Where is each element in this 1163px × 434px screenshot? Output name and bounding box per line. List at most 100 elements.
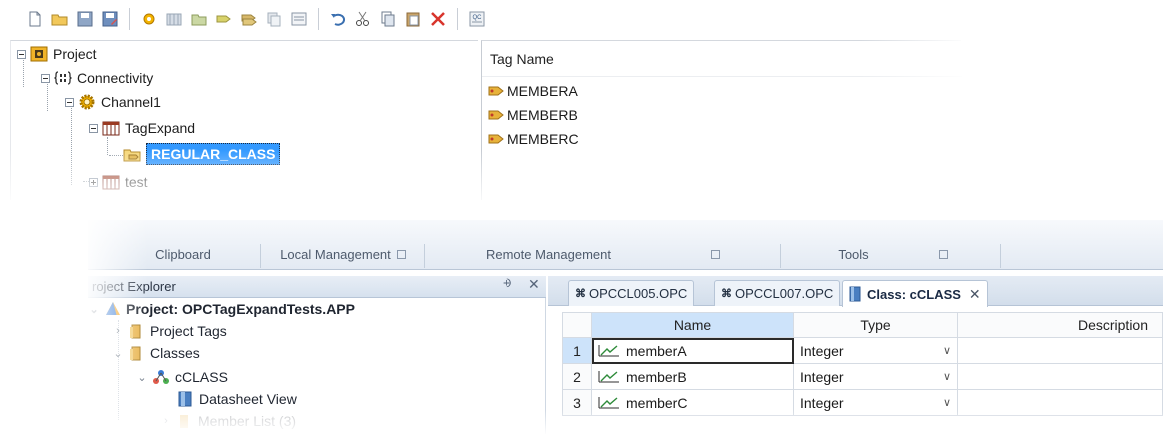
tree-item-project[interactable]: ⌄ Project: OPCTagExpandTests.APP [88,298,355,320]
tree-item-connectivity[interactable]: Connectivity [41,67,153,89]
tab-opccl007[interactable]: ⌘ OPCCL007.OPC [714,280,841,306]
row-number[interactable]: 2 [562,364,592,390]
paste-icon[interactable] [404,10,422,28]
close-icon[interactable]: ✕ [528,276,540,293]
tag-row[interactable]: MEMBERC [488,127,579,151]
tag-name: MEMBERC [507,131,579,147]
member-name: memberA [626,342,687,359]
properties-icon[interactable] [290,10,308,28]
pin-icon[interactable]: ⨮ [503,276,511,291]
project-icon [30,45,48,63]
column-header-type[interactable]: Type [794,312,958,338]
chevron-down-icon[interactable]: ∨ [943,344,951,357]
chevron-right-icon[interactable]: › [160,415,172,427]
tree-item-member-list[interactable]: › Member List (3) [160,410,296,432]
ribbon-group-label: Clipboard [155,247,211,262]
ribbon-group-label: Tools [838,247,869,262]
chevron-down-icon[interactable]: ⌄ [136,371,148,384]
collapse-icon[interactable] [65,97,74,107]
delete-icon[interactable] [429,10,447,28]
column-header-name[interactable]: Name [592,312,794,338]
tag-row[interactable]: MEMBERB [488,103,578,127]
tree-item-datasheet-view[interactable]: Datasheet View [178,388,297,410]
new-icon[interactable] [26,10,44,28]
device-icon [102,119,120,137]
chevron-right-icon[interactable]: › [112,325,124,337]
opc-server-configuration-window: QC Project Connectivity Channel1 TagExpa… [0,0,970,205]
dialog-launcher-icon[interactable] [938,250,948,260]
tree-label: Member List (3) [198,413,297,429]
chevron-down-icon[interactable]: ∨ [943,370,951,383]
class-members-grid: Name Type Description 1 memberA Integer ∨… [562,312,1163,434]
tree-item-device-test[interactable]: test [89,171,148,193]
new-device-icon[interactable] [165,10,183,28]
save-icon[interactable] [76,10,94,28]
document-area: ⌘ OPCCL005.OPC ⌘ OPCCL007.OPC Class: cCL… [548,276,1163,434]
name-cell[interactable]: memberA [592,338,794,364]
row-number[interactable]: 3 [562,390,592,416]
type-dropdown[interactable]: Integer ∨ [794,338,958,364]
chevron-down-icon[interactable]: ∨ [943,396,951,409]
tab-label: OPCCL005.OPC [589,286,688,301]
column-header-description[interactable]: Description [958,312,1163,338]
open-icon[interactable] [51,10,69,28]
new-tag-icon[interactable] [215,10,233,28]
description-cell[interactable] [958,364,1163,390]
cut-icon[interactable] [354,10,372,28]
tree-item-regular-class[interactable]: REGULAR_CLASS [123,143,281,165]
member-name: memberC [626,394,688,411]
tag-name-column-header[interactable]: Tag Name [482,41,962,77]
name-cell[interactable]: memberB [592,364,794,390]
new-group-icon[interactable] [190,10,208,28]
dialog-launcher-icon[interactable] [711,250,720,260]
quick-client-icon[interactable]: QC [468,10,486,28]
expand-icon[interactable] [89,177,98,187]
datasheet-icon [849,286,861,302]
tree-item-classes[interactable]: ⌄ Classes [112,342,199,364]
tab-opccl005[interactable]: ⌘ OPCCL005.OPC [568,280,695,306]
tree-item-cclass[interactable]: ⌄ cCLASS [136,366,228,388]
save-as-icon[interactable] [101,10,119,28]
tag-group-icon [123,145,141,163]
close-icon[interactable]: ✕ [969,286,981,303]
chevron-down-icon[interactable]: ⌄ [88,303,100,316]
type-dropdown[interactable]: Integer ∨ [794,390,958,416]
tree-item-project-tags[interactable]: › Project Tags [112,320,227,342]
ribbon-separator [780,244,781,268]
toolbar-separator [129,8,130,30]
collapse-icon[interactable] [17,49,26,59]
dialog-launcher-icon[interactable] [396,250,406,260]
row-number[interactable]: 1 [562,338,592,364]
collapse-icon[interactable] [41,73,50,83]
new-channel-icon[interactable] [140,10,158,28]
tree-label: Project: OPCTagExpandTests.APP [126,301,355,317]
ribbon: Clipboard Local Management Remote Manage… [88,220,1163,270]
panel-title: roject Explorer [92,279,176,294]
name-cell[interactable]: memberC [592,390,794,416]
collapse-icon[interactable] [89,123,98,133]
tree-item-channel[interactable]: Channel1 [65,91,161,113]
undo-icon[interactable] [329,10,347,28]
chevron-down-icon[interactable]: ⌄ [112,347,124,360]
tag-icon [488,134,504,144]
tag-name: MEMBERB [507,107,578,123]
opc-icon: ⌘ [721,288,732,300]
bulk-tag-icon[interactable] [240,10,258,28]
type-dropdown[interactable]: Integer ∨ [794,364,958,390]
project-explorer-header: roject Explorer ⨮ ✕ [88,276,546,298]
tab-class-cclass[interactable]: Class: cCLASS ✕ [842,280,988,307]
duplicate-icon[interactable] [265,10,283,28]
ide-window: Clipboard Local Management Remote Manage… [88,220,1163,434]
tree-item-device-tagexpand[interactable]: TagExpand [89,117,195,139]
tag-row[interactable]: MEMBERA [488,79,578,103]
tree-label-selected: REGULAR_CLASS [146,143,281,165]
copy-icon[interactable] [379,10,397,28]
description-cell[interactable] [958,390,1163,416]
integer-type-icon [598,370,619,382]
type-value: Integer [800,368,844,385]
tree-connector [109,155,123,156]
tree-item-project[interactable]: Project [17,43,97,65]
tree-label: test [125,174,148,190]
ribbon-separator [1000,244,1001,268]
description-cell[interactable] [958,338,1163,364]
